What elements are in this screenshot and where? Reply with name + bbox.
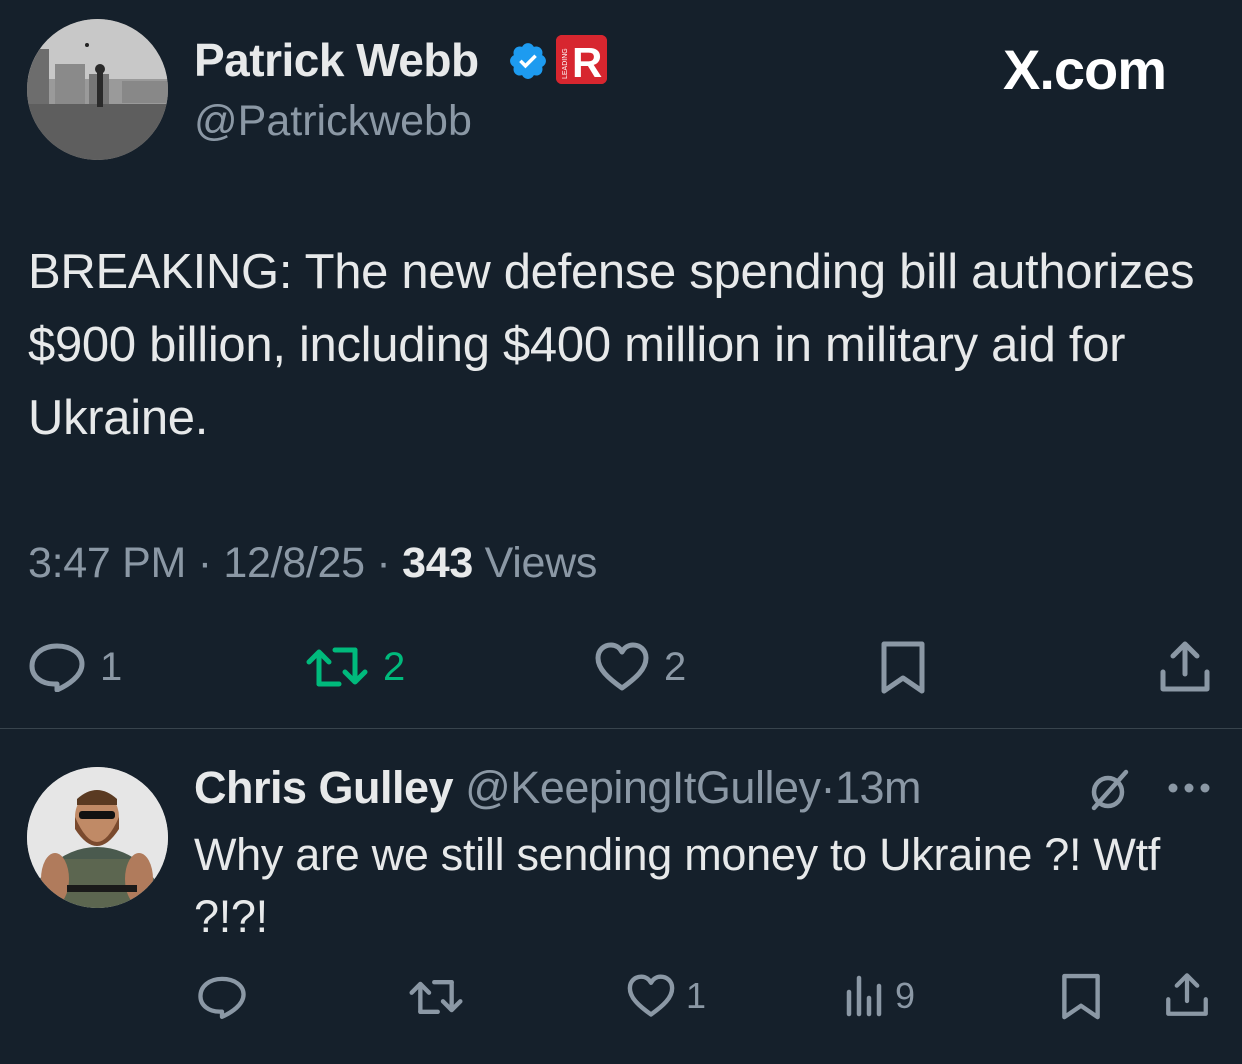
more-icon[interactable] [1166, 778, 1212, 803]
bookmark-button[interactable] [879, 640, 927, 696]
bookmark-icon [879, 640, 927, 696]
reply-share-button[interactable] [1164, 972, 1210, 1018]
tweet-text: BREAKING: The new defense spending bill … [28, 245, 1195, 445]
reply-text: Why are we still sending money to Ukrain… [194, 829, 1160, 942]
reply-author-name[interactable]: Chris Gulley [194, 762, 454, 813]
reply-author-handle[interactable]: @KeepingItGulley [465, 762, 821, 813]
reply-bubble-icon [28, 642, 86, 692]
reply-count: 1 [100, 645, 123, 689]
divider [0, 728, 1242, 729]
share-icon [1164, 972, 1210, 1018]
meta-separator: · [376, 539, 391, 587]
reply-reply-button[interactable] [197, 975, 247, 1019]
reply-header: Chris Gulley @KeepingItGulley·13m [194, 761, 922, 815]
svg-text:R: R [572, 39, 602, 84]
reply-like-button[interactable]: 1 [626, 974, 706, 1018]
svg-text:LEADING: LEADING [562, 48, 569, 79]
author-handle[interactable]: @Patrickwebb [194, 96, 472, 146]
reply-repost-button[interactable] [408, 977, 464, 1017]
heart-icon [626, 974, 676, 1018]
reply-like-count: 1 [686, 975, 707, 1016]
reply-button[interactable]: 1 [28, 642, 122, 692]
brand-watermark: X.com [1003, 38, 1167, 101]
tweet-meta: 3:47 PM · 12/8/25 · 343 Views [28, 536, 597, 590]
verified-badge-icon [507, 40, 549, 82]
reply-bubble-icon [197, 975, 247, 1019]
views-chart-icon [845, 974, 885, 1018]
reply-separator: · [820, 762, 835, 813]
org-badge[interactable]: LEADING R [556, 35, 607, 84]
views-count: 343 [402, 539, 473, 587]
bookmark-icon [1060, 972, 1102, 1022]
reply-author-avatar[interactable] [27, 767, 168, 908]
repost-icon [408, 977, 464, 1017]
grok-icon[interactable] [1086, 766, 1134, 819]
reply-views-count: 9 [895, 975, 916, 1016]
author-name[interactable]: Patrick Webb [194, 34, 479, 86]
tweet-date[interactable]: 12/8/25 [223, 539, 365, 587]
share-icon [1158, 640, 1212, 694]
reply-views-button[interactable]: 9 [845, 974, 915, 1018]
heart-icon [594, 642, 650, 692]
tweet-time[interactable]: 3:47 PM [28, 539, 186, 587]
like-count: 2 [664, 645, 687, 689]
views-label: Views [484, 539, 598, 587]
reply-bookmark-button[interactable] [1060, 972, 1102, 1022]
repost-button[interactable]: 2 [305, 644, 405, 690]
repost-icon [305, 644, 369, 690]
repost-count: 2 [383, 645, 406, 689]
like-button[interactable]: 2 [594, 642, 686, 692]
reply-time[interactable]: 13m [835, 762, 922, 813]
share-button[interactable] [1158, 640, 1212, 694]
author-avatar[interactable] [27, 19, 168, 160]
meta-separator: · [197, 539, 212, 587]
